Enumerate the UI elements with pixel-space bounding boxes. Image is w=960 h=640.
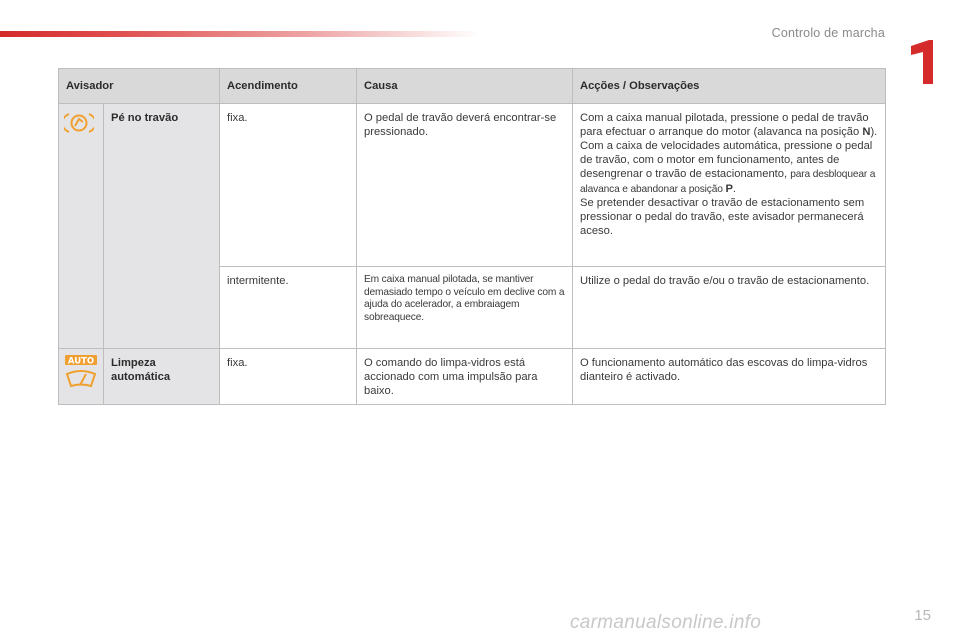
table-row: AUTO Limpeza automática fixa. O comando … (58, 348, 886, 405)
svg-text:AUTO: AUTO (68, 356, 94, 366)
lighting-state: fixa. (219, 103, 357, 267)
page-number: 15 (914, 607, 931, 624)
column-header-lighting: Acendimento (219, 68, 357, 104)
watermark: carmanualsonline.info (570, 612, 762, 633)
table-header-row: Avisador Acendimento Causa Acções / Obse… (58, 68, 886, 104)
column-header-warning: Avisador (58, 68, 220, 104)
actions-text: O funcionamento automático das escovas d… (572, 348, 886, 405)
lighting-state: fixa. (219, 348, 357, 405)
warning-icon-cell (58, 103, 104, 349)
actions-text: Utilize o pedal do travão e/ou o travão … (572, 266, 886, 349)
cause-text: O pedal de travão deverá encontrar-se pr… (356, 103, 573, 267)
cause-text: Em caixa manual pilotada, se mantiver de… (356, 266, 573, 349)
section-title: Controlo de marcha (771, 26, 885, 40)
column-header-cause: Causa (356, 68, 573, 104)
automatic-wiping-icon: AUTO (65, 355, 97, 388)
warning-name: Limpeza automática (103, 348, 220, 405)
actions-text: Com a caixa manual pilotada, pressione o… (572, 103, 886, 267)
header-accent-bar (0, 31, 480, 37)
table-row: Pé no travão fixa. O pedal de travão dev… (58, 103, 886, 349)
chapter-number: 1 (911, 40, 933, 84)
warning-lamps-table: Avisador Acendimento Causa Acções / Obse… (58, 68, 886, 405)
column-header-actions: Acções / Observações (572, 68, 886, 104)
warning-name: Pé no travão (103, 103, 220, 349)
foot-on-brake-warning-icon (64, 113, 94, 133)
lighting-state: intermitente. (219, 266, 357, 349)
warning-icon-cell: AUTO (58, 348, 104, 405)
cause-text: O comando do limpa-vidros está accionado… (356, 348, 573, 405)
